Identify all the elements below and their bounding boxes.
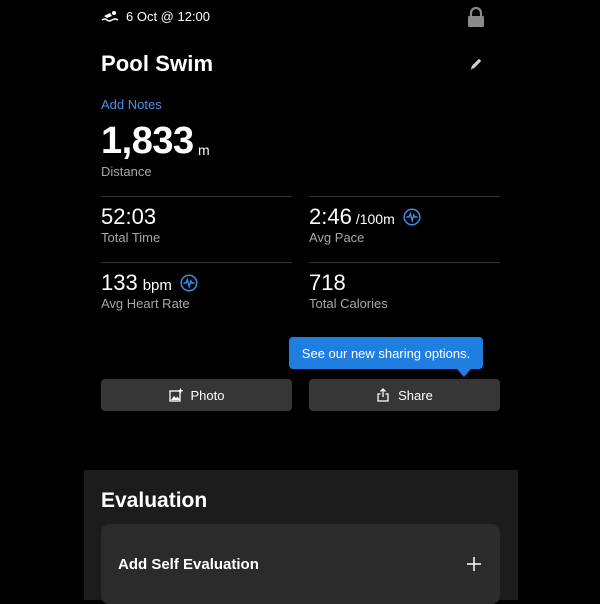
plus-icon[interactable] — [466, 556, 482, 572]
distance-unit: m — [198, 142, 210, 158]
avg-pace-value: 2:46 — [309, 204, 352, 229]
tooltip-pointer — [457, 369, 471, 377]
pencil-icon[interactable] — [468, 56, 484, 72]
share-icon — [377, 388, 389, 402]
add-notes-link[interactable]: Add Notes — [101, 97, 162, 112]
divider — [309, 262, 500, 263]
total-time-value: 52:03 — [101, 204, 157, 229]
calories-value: 718 — [309, 270, 346, 295]
total-time-label: Total Time — [101, 230, 161, 245]
divider — [101, 196, 292, 197]
avg-hr-row: 133 bpm — [101, 270, 198, 296]
avg-pace-label: Avg Pace — [309, 230, 365, 245]
divider — [309, 196, 500, 197]
photo-icon — [168, 388, 183, 402]
tooltip-text: See our new sharing options. — [301, 345, 471, 361]
heart-rate-icon[interactable] — [403, 208, 421, 226]
avg-hr-label: Avg Heart Rate — [101, 296, 190, 311]
sharing-tooltip[interactable]: See our new sharing options. — [289, 337, 483, 369]
heart-rate-icon[interactable] — [180, 274, 198, 292]
evaluation-title: Evaluation — [101, 489, 208, 512]
distance-value: 1,833 — [101, 120, 194, 162]
share-button-label: Share — [398, 387, 433, 403]
avg-hr-unit: bpm — [142, 276, 172, 294]
page-title: Pool Swim — [101, 51, 214, 76]
add-self-evaluation-label: Add Self Evaluation — [118, 556, 259, 573]
calories-label: Total Calories — [309, 296, 388, 311]
swim-icon — [101, 11, 119, 22]
activity-date: 6 Oct @ 12:00 — [126, 9, 211, 24]
avg-pace-row: 2:46 /100m — [309, 204, 421, 230]
divider — [101, 262, 292, 263]
avg-pace-unit: /100m — [355, 211, 395, 227]
share-button[interactable]: Share — [309, 379, 500, 411]
distance-label: Distance — [101, 164, 152, 179]
photo-button-label: Photo — [190, 387, 225, 403]
avg-hr-value: 133 — [101, 270, 138, 295]
photo-button[interactable]: Photo — [101, 379, 292, 411]
lock-icon[interactable] — [465, 6, 487, 28]
